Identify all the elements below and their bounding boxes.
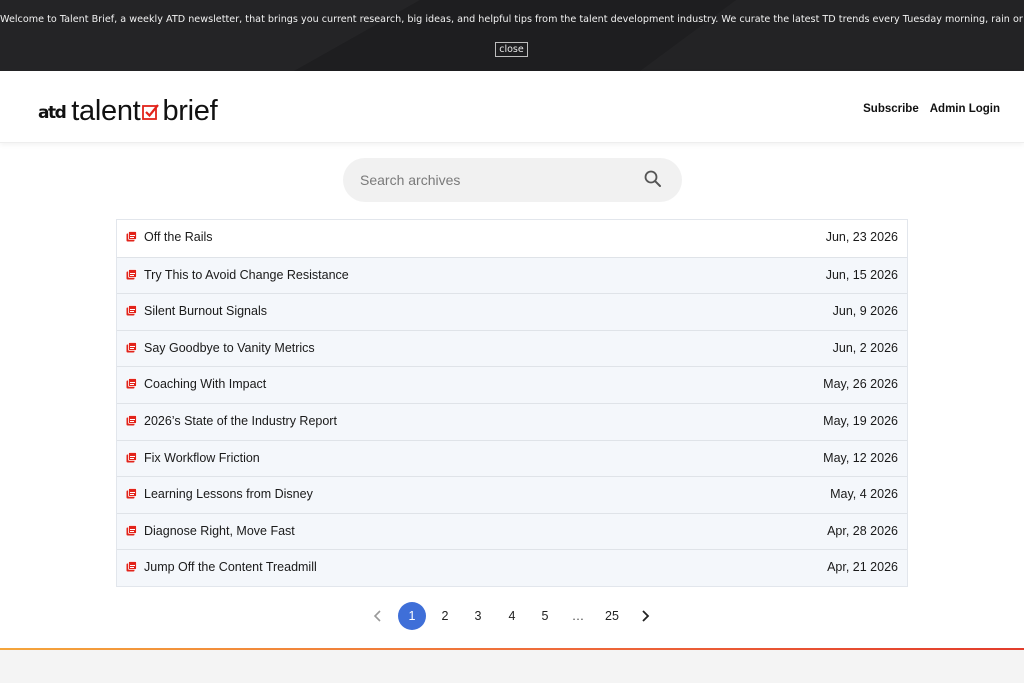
header-nav: Subscribe Admin Login <box>863 103 1000 115</box>
next-page-button[interactable] <box>631 601 659 631</box>
archive-title-link[interactable]: Jump Off the Content Treadmill <box>144 560 317 574</box>
archive-row[interactable]: Learning Lessons from Disney May, 4 2026 <box>117 476 907 513</box>
archive-date: Jun, 2 2026 <box>832 340 898 355</box>
page-button-5[interactable]: 5 <box>531 601 559 631</box>
archive-row[interactable]: Coaching With Impact May, 26 2026 <box>117 366 907 403</box>
talent-brief-logo[interactable]: atd talent brief <box>38 94 218 127</box>
archive-title-link[interactable]: Learning Lessons from Disney <box>144 487 313 501</box>
announcement-banner: Welcome to Talent Brief, a weekly ATD ne… <box>0 0 1024 71</box>
archive-row[interactable]: Silent Burnout Signals Jun, 9 2026 <box>117 293 907 330</box>
archive-row[interactable]: Off the Rails Jun, 23 2026 <box>117 220 907 257</box>
archive-title-link[interactable]: Diagnose Right, Move Fast <box>144 524 295 538</box>
newsletter-icon <box>126 524 137 536</box>
site-header: atd talent brief Subscribe Admin Login <box>0 71 1024 143</box>
archive-row[interactable]: Say Goodbye to Vanity Metrics Jun, 2 2026 <box>117 329 907 367</box>
page-ellipsis: … <box>571 609 585 623</box>
newsletter-icon <box>126 415 137 426</box>
search-icon[interactable] <box>643 169 663 189</box>
archive-row[interactable]: Fix Workflow Friction May, 12 2026 <box>117 439 907 477</box>
search-input[interactable] <box>360 169 630 191</box>
archive-date: Apr, 21 2026 <box>827 560 898 575</box>
archive-date: Jun, 23 2026 <box>825 230 898 244</box>
banner-background-shape <box>0 0 420 71</box>
page-button-3[interactable]: 3 <box>464 601 492 631</box>
logo-atd-text: atd <box>38 103 67 123</box>
newsletter-icon <box>126 231 137 242</box>
banner-close-button[interactable]: close <box>495 42 528 57</box>
logo-brief-text: brief <box>162 95 218 127</box>
newsletter-icon <box>126 268 137 280</box>
archive-title-link[interactable]: Coaching With Impact <box>144 377 266 391</box>
chevron-right-icon <box>642 610 650 622</box>
newsletter-icon <box>126 341 137 353</box>
logo-talent-text: talent <box>71 95 141 127</box>
page-button-25[interactable]: 25 <box>598 601 626 631</box>
archive-title-link[interactable]: Silent Burnout Signals <box>144 304 267 318</box>
archive-date: Jun, 15 2026 <box>825 267 898 282</box>
subscribe-link[interactable]: Subscribe <box>863 103 919 115</box>
logo-check-icon <box>142 104 160 120</box>
banner-message: Welcome to Talent Brief, a weekly ATD ne… <box>0 14 1024 25</box>
archive-title-link[interactable]: Fix Workflow Friction <box>144 451 260 465</box>
archive-date: Jun, 9 2026 <box>832 304 898 319</box>
archive-date: May, 19 2026 <box>823 413 898 428</box>
newsletter-icon <box>126 378 137 389</box>
archive-date: May, 12 2026 <box>823 450 898 465</box>
archive-title-link[interactable]: 2026’s State of the Industry Report <box>144 414 337 428</box>
archive-title-link[interactable]: Say Goodbye to Vanity Metrics <box>144 341 315 355</box>
previous-page-button[interactable] <box>364 601 392 631</box>
page-button-4[interactable]: 4 <box>498 601 526 631</box>
archive-row[interactable]: Diagnose Right, Move Fast Apr, 28 2026 <box>117 512 907 550</box>
newsletter-icon <box>126 305 137 316</box>
archive-row[interactable]: Jump Off the Content Treadmill Apr, 21 20… <box>117 549 907 586</box>
archive-date: May, 26 2026 <box>823 377 898 392</box>
archive-row[interactable]: 2026’s State of the Industry Report May, … <box>117 402 907 440</box>
page-button-1[interactable]: 1 <box>398 602 426 630</box>
archive-list: Off the Rails Jun, 23 2026 Try This to Avo… <box>116 219 908 587</box>
archive-title-link[interactable]: Try This to Avoid Change Resistance <box>144 268 349 282</box>
page-button-2[interactable]: 2 <box>431 601 459 631</box>
banner-background-shape <box>640 0 1024 71</box>
archive-title-link[interactable]: Off the Rails <box>144 230 213 244</box>
newsletter-icon <box>126 561 137 572</box>
archive-row[interactable]: Try This to Avoid Change Resistance Jun, … <box>117 256 907 294</box>
footer <box>0 650 1024 683</box>
chevron-left-icon <box>373 610 381 622</box>
newsletter-icon <box>126 451 137 463</box>
archive-date: May, 4 2026 <box>830 487 898 502</box>
archive-date: Apr, 28 2026 <box>827 523 898 538</box>
newsletter-icon <box>126 488 137 499</box>
admin-login-link[interactable]: Admin Login <box>930 103 1000 115</box>
search-bar <box>343 158 682 202</box>
